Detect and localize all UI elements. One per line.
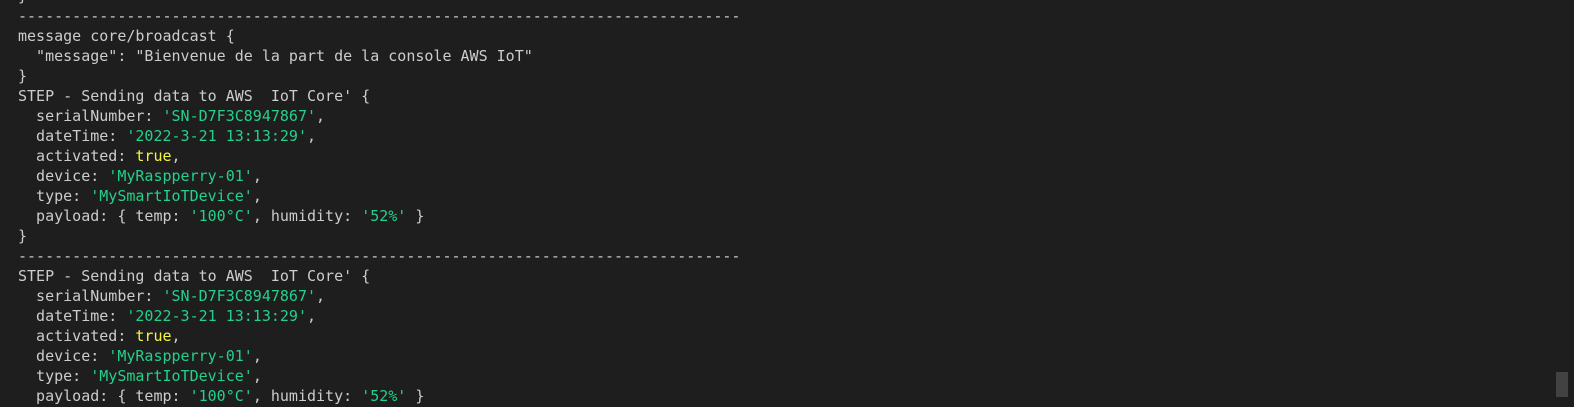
- terminal-line: device: 'MyRaspperry-01',: [18, 346, 740, 366]
- text-segment: }: [18, 67, 28, 85]
- terminal-line: "message": "Bienvenue de la part de la c…: [18, 46, 740, 66]
- terminal-line: dateTime: '2022-3-21 13:13:29',: [18, 126, 740, 146]
- text-segment: "message": "Bienvenue de la part de la c…: [18, 47, 533, 65]
- string-value: '52%': [361, 207, 407, 225]
- string-value: 'MySmartIoTDevice': [90, 367, 253, 385]
- text-segment: ,: [316, 287, 326, 305]
- text-segment: ,: [307, 127, 317, 145]
- string-value: '2022-3-21 13:13:29': [126, 127, 307, 145]
- terminal-line: }: [18, 226, 740, 246]
- text-segment: ,: [307, 307, 317, 325]
- text-segment: activated:: [18, 147, 136, 165]
- text-segment: message core/broadcast {: [18, 27, 235, 45]
- terminal-line: type: 'MySmartIoTDevice',: [18, 366, 740, 386]
- string-value: 'MyRaspperry-01': [108, 347, 253, 365]
- text-segment: device:: [18, 167, 109, 185]
- terminal-line: ----------------------------------------…: [18, 246, 740, 266]
- text-segment: ,: [252, 167, 262, 185]
- string-value: '100°C': [189, 207, 253, 225]
- string-value: 'SN-D7F3C8947867': [162, 107, 317, 125]
- separator-line: ----------------------------------------…: [18, 247, 741, 265]
- text-segment: }: [406, 387, 425, 405]
- string-value: '100°C': [189, 387, 253, 405]
- text-segment: }: [18, 0, 27, 5]
- terminal-line: device: 'MyRaspperry-01',: [18, 166, 740, 186]
- scrollbar-thumb[interactable]: [1556, 372, 1568, 397]
- text-segment: serialNumber:: [18, 107, 163, 125]
- text-segment: }: [18, 227, 28, 245]
- terminal-line: }: [18, 66, 740, 86]
- terminal-line: dateTime: '2022-3-21 13:13:29',: [18, 306, 740, 326]
- terminal-line: serialNumber: 'SN-D7F3C8947867',: [18, 286, 740, 306]
- text-segment: ,: [316, 107, 326, 125]
- string-value: 'SN-D7F3C8947867': [162, 287, 317, 305]
- text-segment: , humidity:: [252, 207, 362, 225]
- terminal-line: serialNumber: 'SN-D7F3C8947867',: [18, 106, 740, 126]
- text-segment: type:: [18, 367, 91, 385]
- terminal-lines: } ---------------------------------------…: [18, 0, 740, 406]
- terminal-line: activated: true,: [18, 326, 740, 346]
- text-segment: activated:: [18, 327, 136, 345]
- terminal-line: STEP - Sending data to AWS IoT Core' {: [18, 86, 740, 106]
- text-segment: dateTime:: [18, 127, 127, 145]
- text-segment: payload: { temp:: [18, 387, 190, 405]
- text-segment: dateTime:: [18, 307, 127, 325]
- string-value: 'MySmartIoTDevice': [90, 187, 253, 205]
- terminal-line: message core/broadcast {: [18, 26, 740, 46]
- boolean-value: true: [135, 327, 172, 345]
- text-segment: type:: [18, 187, 91, 205]
- boolean-value: true: [135, 147, 172, 165]
- text-segment: ,: [171, 327, 181, 345]
- text-segment: ,: [171, 147, 181, 165]
- text-segment: ,: [252, 347, 262, 365]
- terminal-line: payload: { temp: '100°C', humidity: '52%…: [18, 206, 740, 226]
- text-segment: STEP - Sending data to AWS IoT Core' {: [18, 87, 371, 105]
- terminal-output[interactable]: } ---------------------------------------…: [0, 0, 1574, 407]
- string-value: 'MyRaspperry-01': [108, 167, 253, 185]
- text-segment: serialNumber:: [18, 287, 163, 305]
- terminal-line: STEP - Sending data to AWS IoT Core' {: [18, 266, 740, 286]
- text-segment: }: [406, 207, 425, 225]
- string-value: '2022-3-21 13:13:29': [126, 307, 307, 325]
- terminal-line: ----------------------------------------…: [18, 6, 740, 26]
- string-value: '52%': [361, 387, 407, 405]
- text-segment: device:: [18, 347, 109, 365]
- text-segment: , humidity:: [252, 387, 362, 405]
- text-segment: payload: { temp:: [18, 207, 190, 225]
- text-segment: STEP - Sending data to AWS IoT Core' {: [18, 267, 371, 285]
- text-segment: ,: [252, 187, 262, 205]
- text-segment: ,: [252, 367, 262, 385]
- terminal-line: activated: true,: [18, 146, 740, 166]
- terminal-line: payload: { temp: '100°C', humidity: '52%…: [18, 386, 740, 406]
- separator-line: ----------------------------------------…: [18, 7, 741, 25]
- terminal-line: type: 'MySmartIoTDevice',: [18, 186, 740, 206]
